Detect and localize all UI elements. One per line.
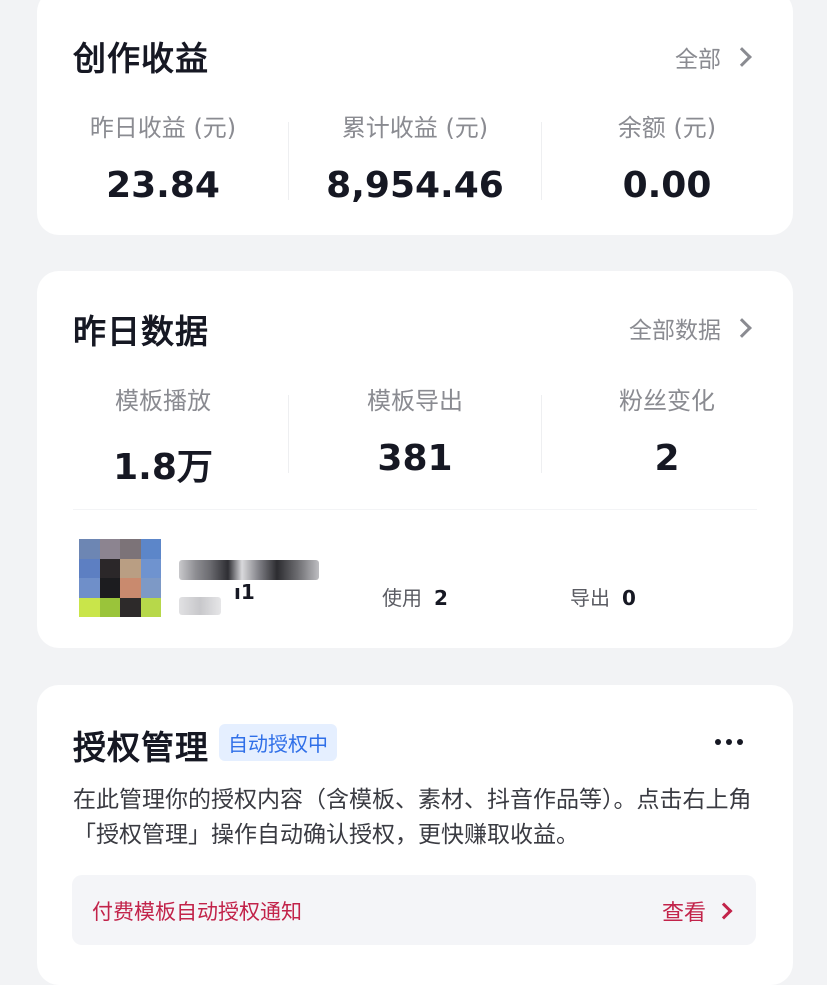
authorization-card: 授权管理 自动授权中 在此管理你的授权内容（含模板、素材、抖音作品等）。点击右上… [37,685,793,985]
stat-label: 余额 (元) [617,114,717,142]
template-name-tail: ı1 [234,580,255,604]
stat-label: 模板播放 [115,387,211,415]
template-meta-blurred [179,597,221,615]
auto-auth-badge: 自动授权中 [219,724,337,761]
export-count: 0 [622,586,636,610]
chevron-right-icon [715,902,733,920]
stat-balance: 余额 (元) 0.00 [541,108,793,206]
stat-value: 381 [377,438,453,479]
yesterday-data-card: 昨日数据 全部数据 模板播放 1.8万 模板导出 381 粉丝变化 2 ı1 使… [37,271,793,648]
divider [73,509,757,510]
stat-total-earnings: 累计收益 (元) 8,954.46 [289,108,541,206]
stat-label: 粉丝变化 [619,387,715,415]
stat-value: 2 [654,438,680,479]
template-thumbnail[interactable] [79,539,161,617]
paid-template-notice[interactable]: 付费模板自动授权通知 查看 [72,875,756,945]
stat-follower-change: 粉丝变化 2 [541,381,793,479]
template-use-stat: 使用 2 [382,582,448,611]
earnings-title: 创作收益 [73,39,209,78]
chevron-right-icon [732,318,752,338]
notice-view-link[interactable]: 查看 [661,895,733,927]
stat-value: 8,954.46 [326,165,504,206]
notice-view-label: 查看 [661,901,706,926]
auth-title: 授权管理 [73,728,209,767]
stat-label: 模板导出 [367,387,463,415]
earnings-all-label: 全部 [675,47,721,73]
earnings-card: 创作收益 全部 昨日收益 (元) 23.84 累计收益 (元) 8,954.46… [37,0,793,235]
auth-description: 在此管理你的授权内容（含模板、素材、抖音作品等）。点击右上角「授权管理」操作自动… [73,787,752,848]
yesterday-all-label: 全部数据 [629,318,721,344]
stat-value: 23.84 [106,165,220,206]
stat-template-exports: 模板导出 381 [289,381,541,479]
stat-label: 昨日收益 (元) [89,114,237,142]
stat-label: 累计收益 (元) [341,114,489,142]
stat-template-plays: 模板播放 1.8万 [37,381,289,490]
stat-yesterday-earnings: 昨日收益 (元) 23.84 [37,108,289,206]
chevron-right-icon [732,47,752,67]
use-count: 2 [434,586,448,610]
more-options-icon[interactable] [715,739,743,745]
use-label: 使用 [382,586,422,610]
yesterday-all-link[interactable]: 全部数据 [629,311,752,345]
template-name-blurred [179,560,319,580]
earnings-all-link[interactable]: 全部 [675,40,752,74]
template-export-stat: 导出 0 [570,582,636,611]
yesterday-title: 昨日数据 [73,312,209,351]
export-label: 导出 [570,586,610,610]
stat-value: 1.8万 [113,447,213,488]
stat-value: 0.00 [622,165,712,206]
notice-text: 付费模板自动授权通知 [92,900,302,924]
